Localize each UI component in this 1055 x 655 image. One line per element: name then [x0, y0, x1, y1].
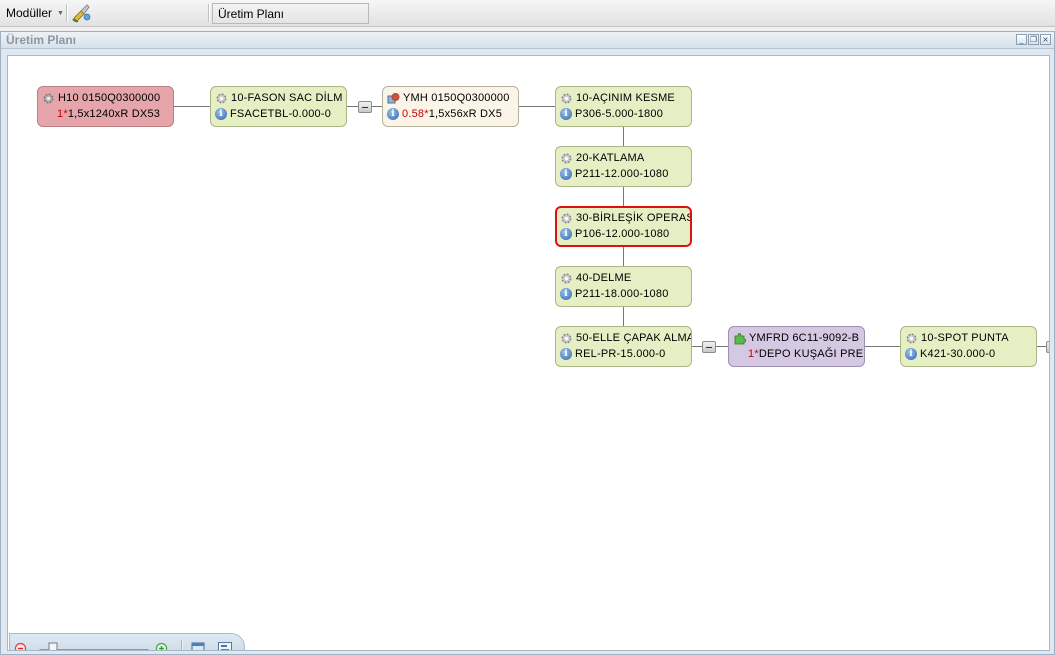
open-tab-uretim-plani[interactable]: Üretim Planı	[212, 3, 369, 24]
node-detail: K421-30.000-0	[920, 348, 996, 360]
info-icon[interactable]: i	[560, 168, 572, 180]
zoom-slider-thumb[interactable]	[48, 642, 58, 650]
parts-icon	[387, 92, 400, 105]
node-operation-acinim-kesme[interactable]: 10-AÇINIM KESME i P306-5.000-1800	[555, 86, 692, 127]
info-icon[interactable]: i	[905, 348, 917, 360]
node-title: 30-BİRLEŞİK OPERAS	[576, 212, 692, 224]
node-detail: 1,5x56xR DX5	[428, 108, 503, 120]
gear-icon	[560, 212, 573, 225]
node-semi-product-ymh[interactable]: YMH 0150Q0300000 i 0.58* 1,5x56xR DX5	[382, 86, 519, 127]
node-operation-fason[interactable]: 10-FASON SAC DİLM i FSACETBL-0.000-0	[210, 86, 347, 127]
node-detail: 1,5x1240xR DX53	[67, 108, 161, 120]
fit-to-screen-icon[interactable]	[217, 641, 233, 650]
modules-menu-label: Modüller	[6, 6, 53, 20]
node-detail: DEPO KUŞAĞI PRE	[758, 348, 864, 360]
gear-icon	[905, 332, 918, 345]
puzzle-icon	[733, 332, 747, 345]
panel-header: Üretim Planı _ ❐ ×	[1, 32, 1054, 49]
broom-icon[interactable]	[70, 2, 92, 24]
chevron-down-icon: ▼	[57, 9, 64, 17]
node-detail: P106-12.000-1080	[575, 228, 670, 240]
node-title: 10-AÇINIM KESME	[576, 92, 675, 104]
info-icon[interactable]: i	[387, 108, 399, 120]
node-title: 50-ELLE ÇAPAK ALMA	[576, 332, 692, 344]
node-detail: P211-18.000-1080	[575, 288, 669, 300]
node-title: YMFRD 6C11-9092-B	[749, 332, 860, 344]
info-icon[interactable]: i	[560, 288, 572, 300]
node-quantity: 1*	[57, 108, 68, 120]
zoom-bar-separator	[181, 640, 182, 650]
node-title: 10-FASON SAC DİLM	[231, 92, 343, 104]
node-operation-birlesik-selected[interactable]: 30-BİRLEŞİK OPERAS i P106-12.000-1080	[555, 206, 692, 247]
node-quantity: 0.58*	[402, 108, 429, 120]
node-title: 20-KATLAMA	[576, 152, 645, 164]
panel-title: Üretim Planı	[6, 33, 77, 47]
node-product-h10[interactable]: H10 0150Q0300000 1* 1,5x1240xR DX53	[37, 86, 174, 127]
gear-icon	[560, 92, 573, 105]
gear-icon	[560, 272, 573, 285]
gear-icon	[42, 92, 55, 105]
info-icon[interactable]: i	[560, 108, 572, 120]
window-buttons: _ ❐ ×	[1016, 34, 1051, 45]
plan-diagram-canvas[interactable]: H10 0150Q0300000 1* 1,5x1240xR DX53 10-FA…	[7, 55, 1050, 651]
collapse-toggle[interactable]	[702, 341, 716, 353]
gear-icon	[560, 152, 573, 165]
gear-icon	[560, 332, 573, 345]
minimize-icon[interactable]: _	[1016, 34, 1027, 45]
node-assembly-ymfrd[interactable]: YMFRD 6C11-9092-B 1* DEPO KUŞAĞI PRE	[728, 326, 865, 367]
info-icon[interactable]: i	[560, 228, 572, 240]
connector-line	[518, 106, 556, 107]
node-operation-spot-punta[interactable]: 10-SPOT PUNTA i K421-30.000-0	[900, 326, 1037, 367]
connector-line	[173, 106, 211, 107]
top-toolbar: Modüller ▼ Üretim Planı	[0, 0, 1055, 27]
connector-line	[864, 346, 900, 347]
collapse-toggle[interactable]	[358, 101, 372, 113]
node-operation-capak-alma[interactable]: 50-ELLE ÇAPAK ALMA i REL-PR-15.000-0	[555, 326, 692, 367]
production-plan-panel: Üretim Planı _ ❐ × H10 0150Q0300000 1* 1…	[0, 31, 1055, 655]
modules-menu-button[interactable]: Modüller ▼	[2, 3, 68, 23]
zoom-in-icon[interactable]	[155, 642, 171, 650]
node-detail: FSACETBL-0.000-0	[230, 108, 332, 120]
zoom-control-bar	[9, 633, 245, 650]
node-detail: P211-12.000-1080	[575, 168, 669, 180]
node-title: 10-SPOT PUNTA	[921, 332, 1009, 344]
export-icon[interactable]	[191, 641, 208, 650]
open-tab-label: Üretim Planı	[218, 7, 285, 21]
node-title: 40-DELME	[576, 272, 632, 284]
zoom-out-icon[interactable]	[14, 642, 30, 650]
node-title: H10 0150Q0300000	[58, 92, 161, 104]
info-icon[interactable]: i	[215, 108, 227, 120]
toolbar-separator	[208, 4, 209, 22]
info-icon[interactable]: i	[560, 348, 572, 360]
node-quantity: 1*	[748, 348, 759, 360]
node-detail: REL-PR-15.000-0	[575, 348, 666, 360]
gear-icon	[215, 92, 228, 105]
collapse-toggle[interactable]	[1046, 341, 1049, 353]
node-operation-katlama[interactable]: 20-KATLAMA i P211-12.000-1080	[555, 146, 692, 187]
toolbar-separator	[66, 4, 67, 22]
node-detail: P306-5.000-1800	[575, 108, 664, 120]
close-icon[interactable]: ×	[1040, 34, 1051, 45]
node-title: YMH 0150Q0300000	[403, 92, 510, 104]
restore-icon[interactable]: ❐	[1028, 34, 1039, 45]
node-operation-delme[interactable]: 40-DELME i P211-18.000-1080	[555, 266, 692, 307]
